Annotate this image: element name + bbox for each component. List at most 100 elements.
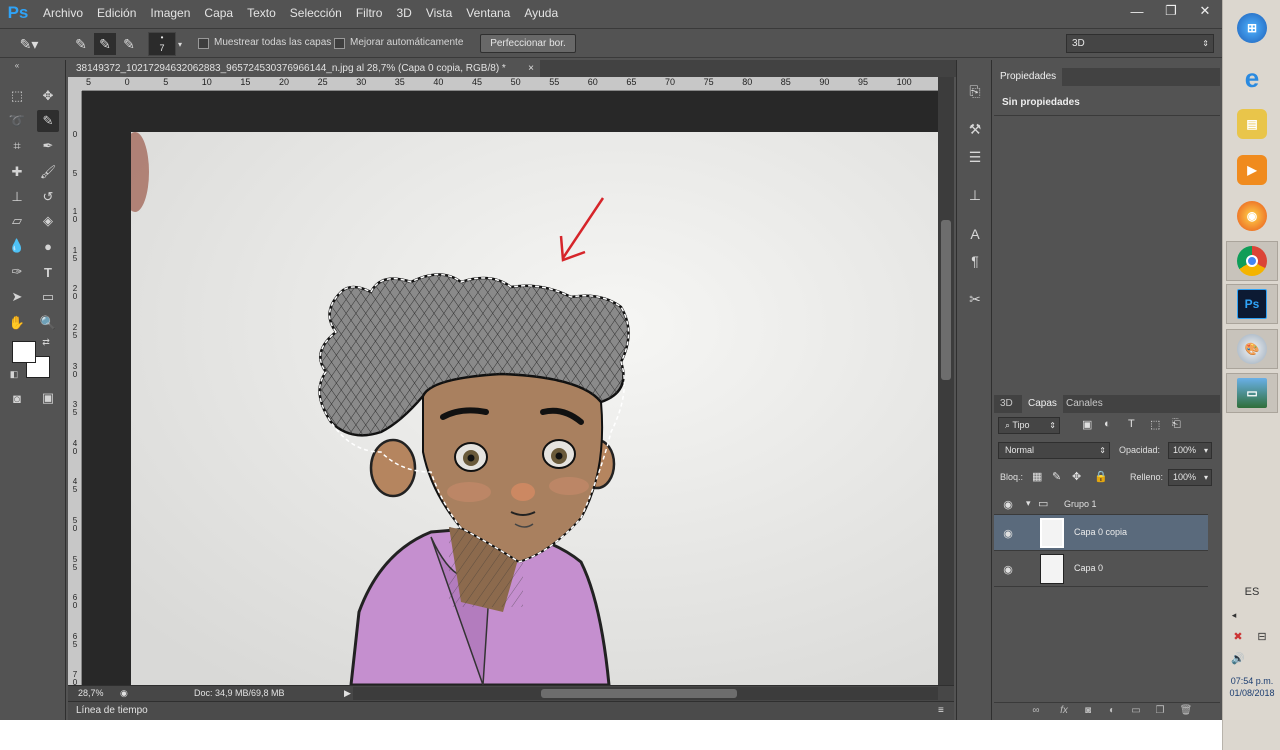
vertical-scrollbar[interactable]	[938, 77, 954, 685]
canvas-area[interactable]	[82, 91, 938, 685]
action-center-icon[interactable]: ⊟	[1233, 630, 1280, 643]
status-info-icon[interactable]: ◉	[120, 688, 128, 699]
dodge-tool-icon[interactable]: ●	[37, 235, 59, 257]
horizontal-scroll-thumb[interactable]	[541, 689, 737, 698]
menu-texto[interactable]: Texto	[240, 0, 283, 26]
move-tool-icon[interactable]: ✥	[37, 85, 59, 107]
refine-edge-button[interactable]: Perfeccionar bor.	[480, 34, 576, 53]
clock-time[interactable]: 07:54 p.m.	[1223, 676, 1280, 686]
menu-vista[interactable]: Vista	[419, 0, 459, 26]
layer-filter-select[interactable]: ⌕ Tipo ⇕	[998, 417, 1060, 434]
default-colors-icon[interactable]: ◧	[8, 368, 20, 380]
brush-dropdown-arrow-icon[interactable]: ▾	[174, 33, 186, 55]
filter-shape-icon[interactable]: ⬚	[1150, 418, 1160, 431]
menu-capa[interactable]: Capa	[197, 0, 240, 26]
adjustment-layer-icon[interactable]: ◐	[1104, 705, 1120, 719]
restore-button[interactable]: ❐	[1154, 0, 1188, 22]
brush-tool-icon[interactable]: 🖌	[37, 161, 59, 183]
lock-pixels-icon[interactable]: ✎	[1052, 470, 1061, 483]
tab-3d[interactable]: 3D	[994, 395, 1019, 413]
paint-icon[interactable]: 🎨	[1226, 329, 1278, 369]
menu-3d[interactable]: 3D	[389, 0, 418, 26]
filter-adjustment-icon[interactable]: ◐	[1104, 418, 1111, 430]
add-mask-icon[interactable]: ◙	[1080, 705, 1096, 719]
rectangle-tool-icon[interactable]: ▭	[37, 286, 59, 308]
crop-tool-icon[interactable]: ⌗	[6, 135, 28, 157]
lock-position-icon[interactable]: ✥	[1072, 470, 1081, 483]
quick-mask-icon[interactable]: ◙	[6, 387, 28, 409]
document-tab[interactable]: 38149372_10217294632062883_9657245303769…	[68, 60, 540, 77]
path-selection-tool-icon[interactable]: ➤	[6, 286, 28, 308]
history-panel-icon[interactable]: ⎘	[964, 80, 986, 102]
horizontal-scrollbar[interactable]	[353, 687, 938, 700]
menu-archivo[interactable]: Archivo	[36, 0, 90, 26]
file-explorer-icon[interactable]: ▤	[1226, 104, 1278, 144]
clone-stamp-tool-icon[interactable]: ⊥	[6, 186, 28, 208]
clock-date[interactable]: 01/08/2018	[1223, 688, 1280, 698]
eye-icon[interactable]: ◉	[1000, 496, 1016, 512]
sample-all-layers-checkbox[interactable]	[198, 38, 209, 49]
eraser-tool-icon[interactable]: ▱	[6, 210, 28, 232]
expand-arrow-icon[interactable]: ▾	[1026, 498, 1031, 509]
tab-channels[interactable]: Canales	[1060, 395, 1109, 413]
menu-ayuda[interactable]: Ayuda	[517, 0, 565, 26]
filter-type-icon[interactable]: T	[1128, 418, 1135, 430]
internet-explorer-icon[interactable]: e	[1226, 58, 1278, 98]
pen-tool-icon[interactable]: ✑	[6, 261, 28, 283]
ruler-origin[interactable]	[68, 77, 82, 91]
layer-row[interactable]: ◉ Capa 0 copia	[994, 515, 1208, 551]
character-panel-icon[interactable]: A	[964, 223, 986, 245]
firefox-icon[interactable]: ◉	[1226, 196, 1278, 236]
healing-brush-tool-icon[interactable]: ✚	[6, 161, 28, 183]
add-to-selection-icon[interactable]: ✎	[94, 33, 116, 55]
foreground-color-swatch[interactable]	[12, 341, 36, 363]
language-indicator[interactable]: ES	[1223, 586, 1280, 598]
close-tab-icon[interactable]: ×	[528, 60, 534, 77]
auto-enhance-checkbox[interactable]	[334, 38, 345, 49]
swap-colors-icon[interactable]: ⇄	[40, 336, 52, 348]
minimize-button[interactable]: —	[1120, 0, 1154, 22]
chrome-icon[interactable]	[1226, 241, 1278, 281]
eye-icon[interactable]: ◉	[1000, 561, 1016, 577]
vertical-scroll-thumb[interactable]	[941, 220, 951, 380]
menu-imagen[interactable]: Imagen	[143, 0, 197, 26]
layer-group-row[interactable]: ◉ ▾ ▭ Grupo 1	[994, 493, 1208, 515]
opacity-field[interactable]: 100% ▾	[1168, 442, 1212, 459]
adjustments-panel-icon[interactable]: ☰	[964, 146, 986, 168]
lock-all-icon[interactable]: 🔒	[1094, 470, 1108, 483]
photoshop-taskbar-icon[interactable]: Ps	[1226, 284, 1278, 324]
tab-properties[interactable]: Propiedades	[994, 68, 1063, 86]
timeline-panel[interactable]: Línea de tiempo ≡	[68, 701, 954, 720]
menu-edicion[interactable]: Edición	[90, 0, 143, 26]
new-selection-icon[interactable]: ✎	[70, 33, 92, 55]
marquee-tool-icon[interactable]: ⬚	[6, 85, 28, 107]
tray-expand-icon[interactable]: ◂	[1205, 610, 1263, 621]
lock-transparent-icon[interactable]: ▦	[1032, 470, 1042, 483]
trash-icon[interactable]: 🗑	[1178, 705, 1194, 719]
fx-icon[interactable]: fx	[1056, 705, 1072, 719]
new-group-icon[interactable]: ▭	[1128, 705, 1144, 719]
menu-seleccion[interactable]: Selección	[283, 0, 349, 26]
blend-mode-select[interactable]: Normal ⇕	[998, 442, 1110, 459]
windows-start-icon[interactable]: ⊞	[1226, 8, 1278, 48]
brush-size-picker[interactable]: • 7	[148, 32, 176, 56]
filter-smart-object-icon[interactable]: ⎗	[1172, 418, 1181, 431]
volume-icon[interactable]: 🔊	[1209, 652, 1267, 665]
close-button[interactable]: ✕	[1188, 0, 1222, 22]
brush-panel-icon[interactable]: ⚒	[964, 118, 986, 140]
quick-selection-tool-icon[interactable]: ✎	[37, 110, 59, 132]
layer-row[interactable]: ◉ Capa 0	[994, 551, 1208, 587]
lasso-tool-icon[interactable]: ➰	[6, 110, 28, 132]
workspace-select[interactable]: 3D ⇕	[1066, 34, 1214, 53]
tools-panel-icon[interactable]: ✂	[964, 288, 986, 310]
menu-filtro[interactable]: Filtro	[349, 0, 390, 26]
filter-pixel-icon[interactable]: ▣	[1082, 418, 1092, 431]
collapse-toolbar-icon[interactable]: «	[6, 60, 28, 70]
eye-icon[interactable]: ◉	[1000, 525, 1016, 541]
panel-menu-icon[interactable]: ≡	[938, 705, 944, 716]
blur-tool-icon[interactable]: 💧	[6, 235, 28, 257]
paragraph-panel-icon[interactable]: ¶	[964, 250, 986, 272]
fill-field[interactable]: 100% ▾	[1168, 469, 1212, 486]
type-tool-icon[interactable]: T	[37, 261, 59, 283]
quick-selection-preset-icon[interactable]: ✎▾	[18, 33, 40, 55]
